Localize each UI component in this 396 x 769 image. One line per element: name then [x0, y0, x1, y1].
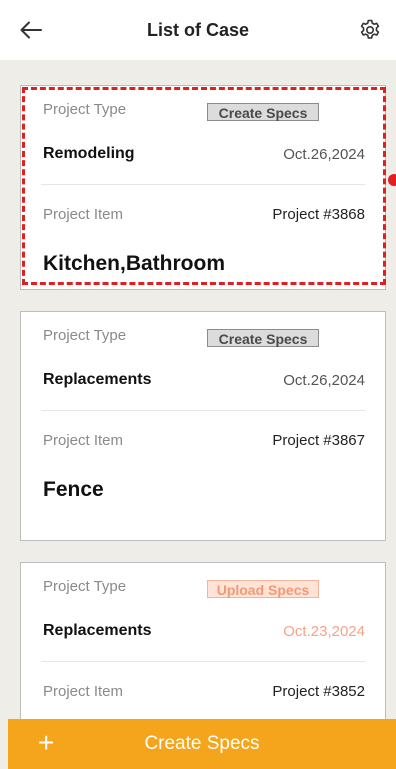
project-type-label: Project Type — [43, 101, 127, 118]
project-type-label: Project Type — [43, 327, 127, 344]
case-date: Oct.26,2024 — [283, 371, 365, 389]
project-item-label: Project Item — [43, 432, 124, 449]
upload-specs-button[interactable]: Upload Specs — [207, 580, 319, 598]
case-date: Oct.26,2024 — [283, 145, 365, 163]
create-specs-button[interactable]: Create Specs — [207, 329, 319, 347]
case-card[interactable]: Project Type Create Specs Remodeling Oct… — [20, 85, 386, 290]
project-number: Project #3867 — [272, 432, 365, 449]
create-specs-button[interactable]: Create Specs — [207, 103, 319, 121]
project-type-label: Project Type — [43, 578, 127, 595]
project-type-value: Replacements — [43, 622, 152, 639]
create-specs-label: Create Specs — [144, 733, 260, 754]
card-divider — [41, 661, 365, 662]
top-app-bar: List of Case — [0, 0, 396, 60]
project-number: Project #3852 — [272, 683, 365, 700]
project-number: Project #3868 — [272, 206, 365, 223]
case-date: Oct.23,2024 — [283, 622, 365, 640]
project-item-value: Fence — [43, 478, 104, 501]
card-divider — [41, 184, 365, 185]
gear-icon — [360, 19, 380, 39]
page-title: List of Case — [146, 20, 250, 40]
case-list-screen: List of Case Project Type Create Specs R… — [0, 0, 396, 769]
project-type-value: Remodeling — [43, 145, 135, 162]
settings-button[interactable] — [352, 14, 388, 46]
project-item-label: Project Item — [43, 683, 124, 700]
project-item-value: Kitchen,Bathroom — [43, 252, 226, 275]
project-item-label: Project Item — [43, 206, 124, 223]
project-type-value: Replacements — [43, 371, 152, 388]
case-card[interactable]: Project Type Create Specs Replacements O… — [20, 311, 386, 541]
card-divider — [41, 410, 365, 411]
create-specs-bar-button[interactable]: + Create Specs — [8, 719, 396, 769]
pointer-marker — [388, 174, 396, 186]
